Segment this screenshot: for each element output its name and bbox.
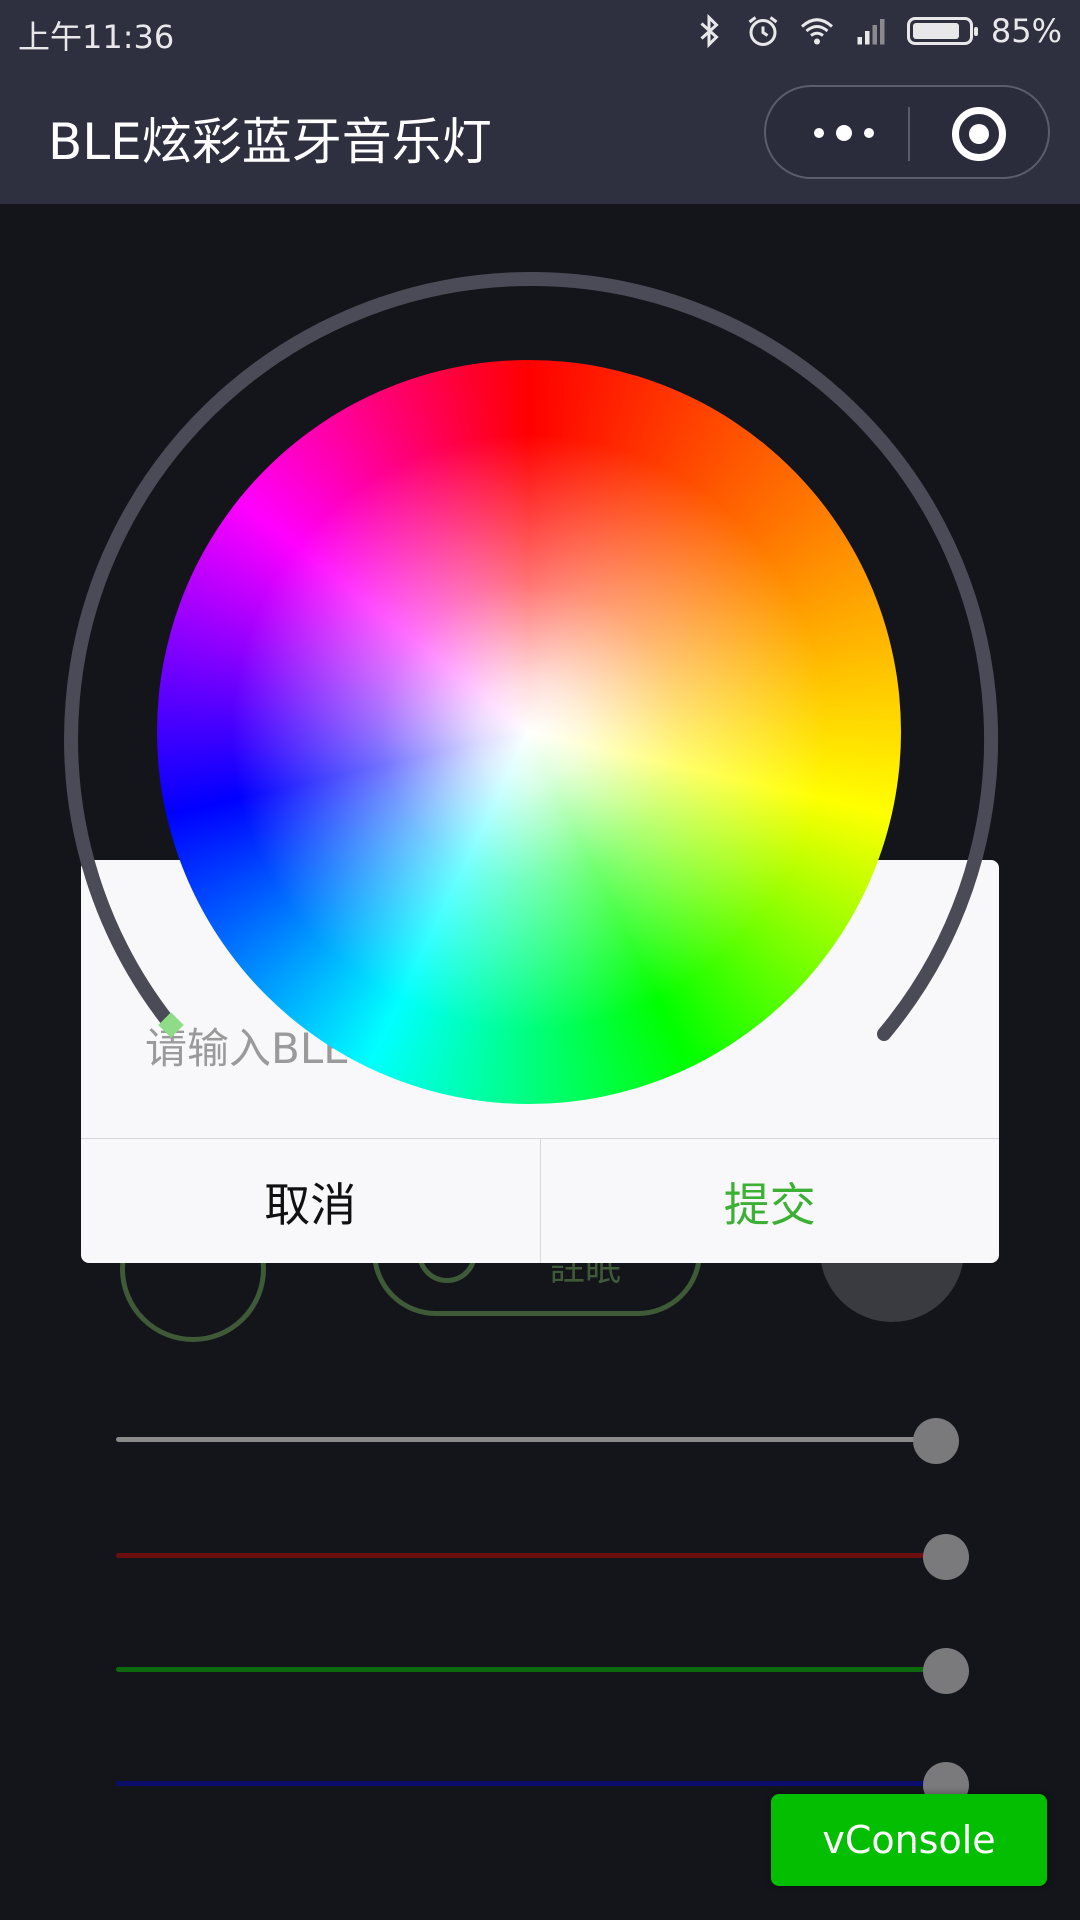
app-screen: 上午11:36 85% BLE炫彩蓝牙音乐灯 註眠 请输入BLE 取消 提交 v… (0, 0, 1080, 1920)
color-wheel[interactable] (157, 360, 901, 1104)
vconsole-button[interactable]: vConsole (771, 1794, 1047, 1886)
